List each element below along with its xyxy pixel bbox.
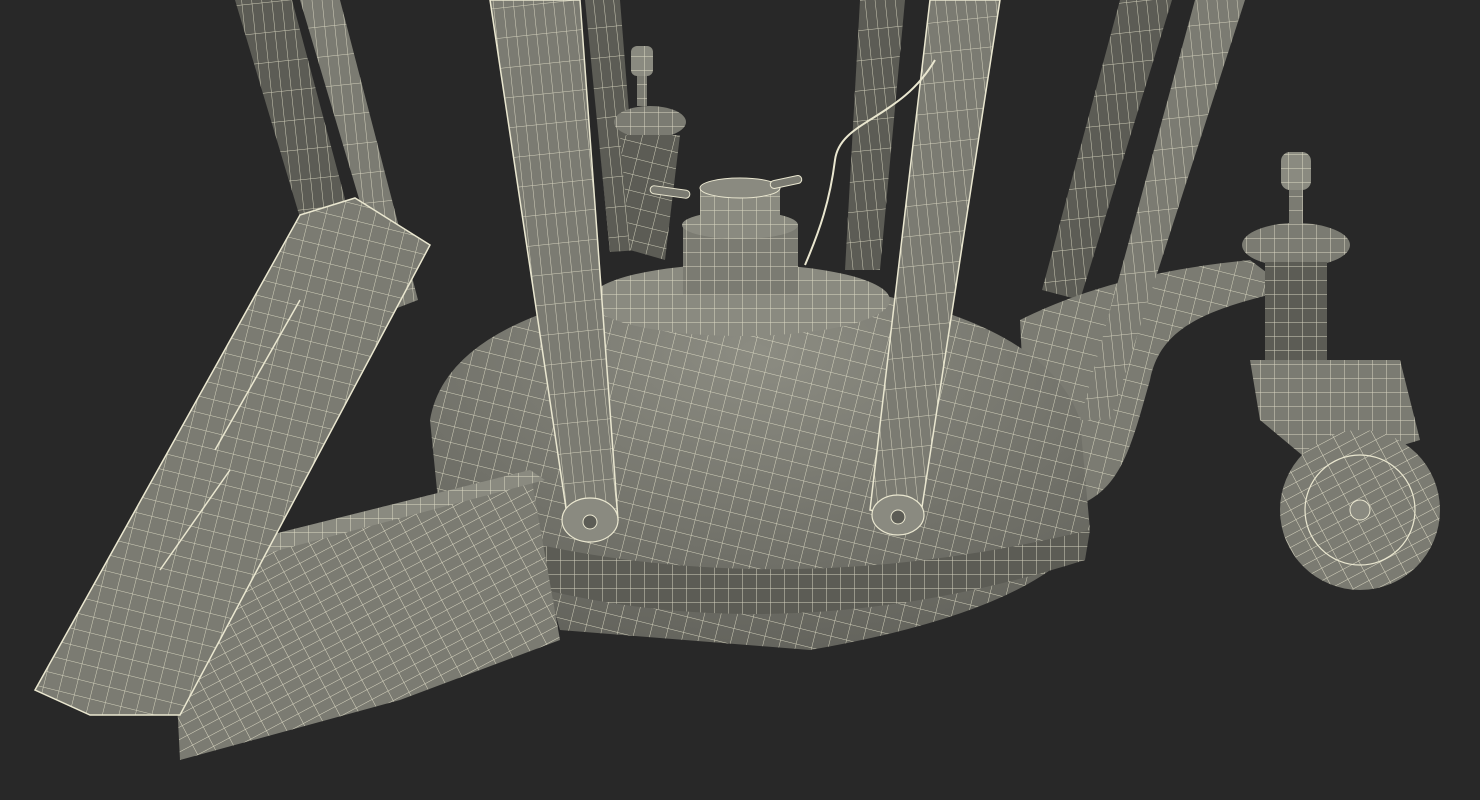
render-viewport	[0, 0, 1480, 800]
wireframe-render	[0, 0, 1480, 800]
